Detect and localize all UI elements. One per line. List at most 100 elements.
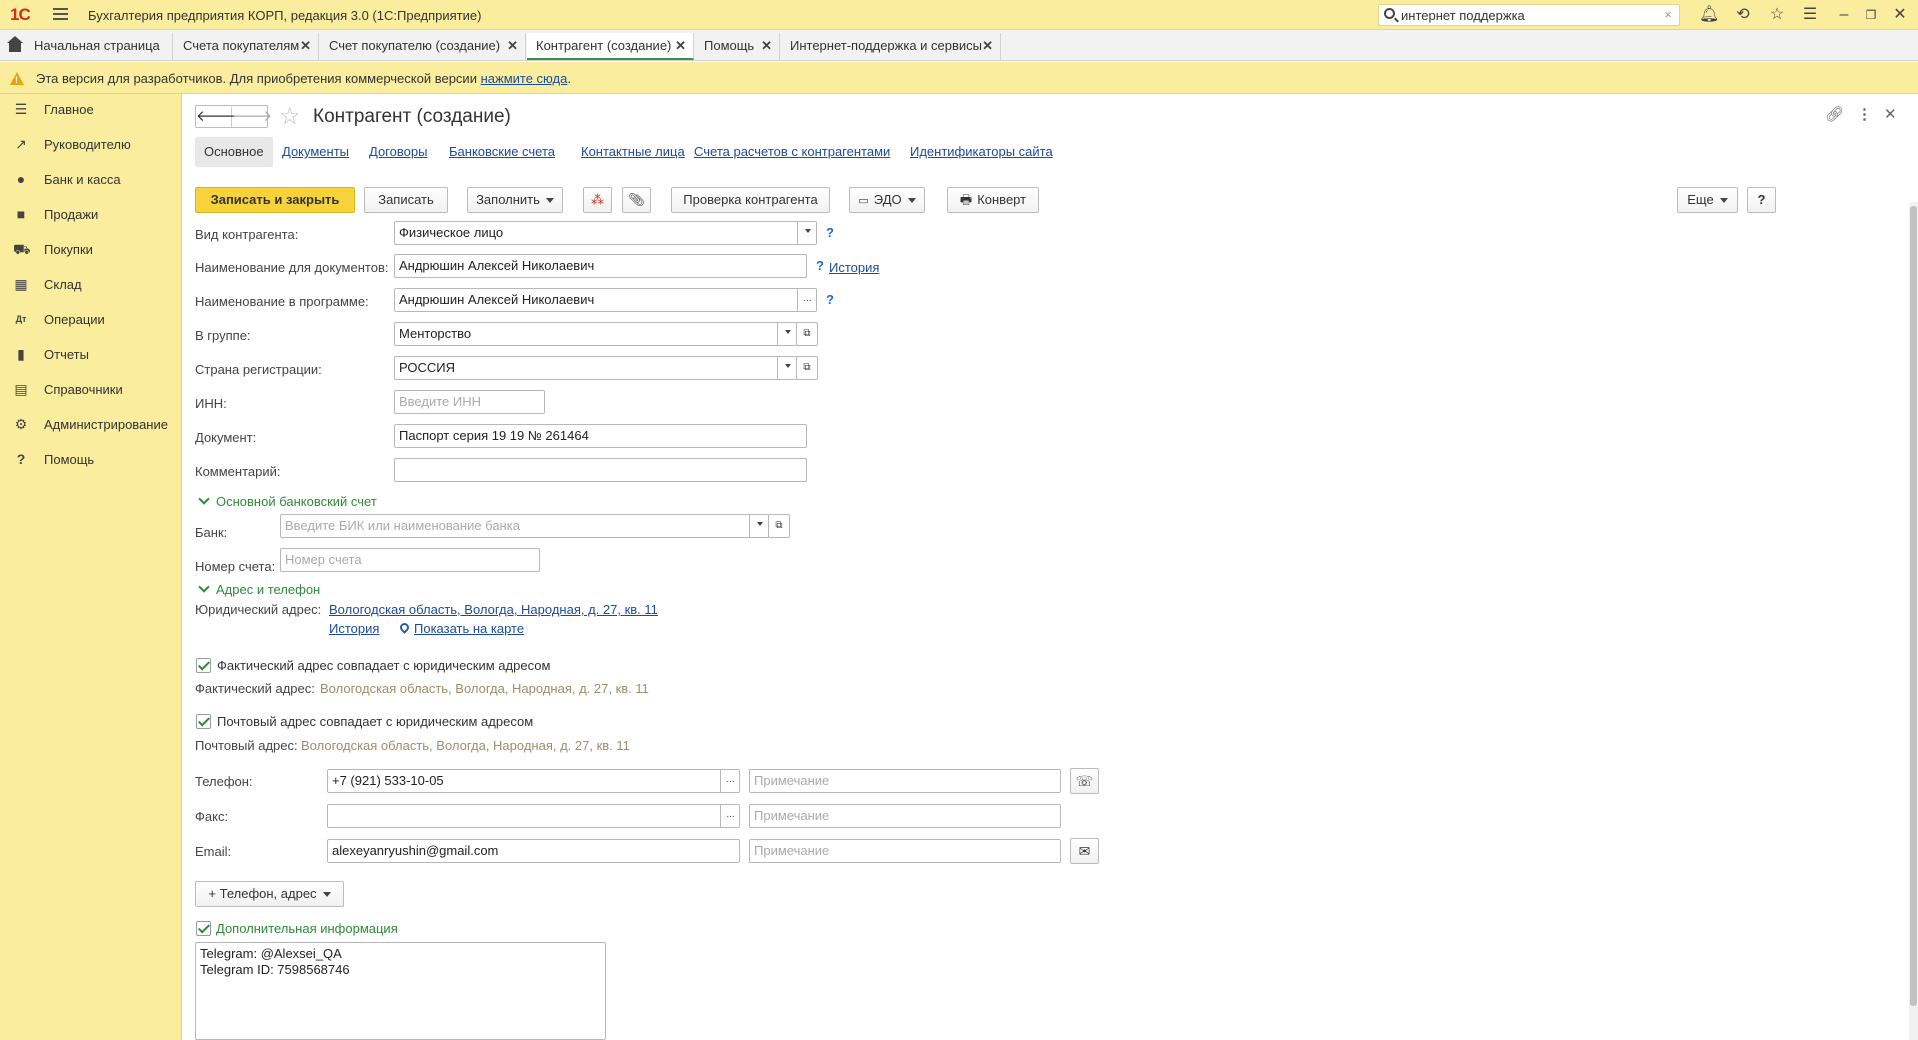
close-tab-icon[interactable]: ✕	[982, 33, 993, 59]
sidebar-item-sales[interactable]: ■ Продажи	[0, 199, 182, 229]
address-history-link[interactable]: История	[329, 621, 379, 636]
fill-button[interactable]: Заполнить	[467, 187, 563, 213]
email-input[interactable]: alexeyanryushin@gmail.com	[327, 839, 740, 863]
sidebar-item-manager[interactable]: ↗ Руководителю	[0, 129, 182, 159]
history-icon[interactable]: ⟲	[1733, 5, 1753, 25]
open-icon[interactable]: ⧉	[796, 322, 818, 346]
sidebar-item-reports[interactable]: ▮ Отчеты	[0, 339, 182, 369]
document-input[interactable]: Паспорт серия 19 19 № 261464	[394, 424, 807, 448]
account-input[interactable]: Номер счета	[280, 548, 540, 572]
tab-home[interactable]: Начальная страница	[0, 33, 173, 60]
tab-invoices[interactable]: Счета покупателям ✕	[174, 33, 319, 60]
open-icon[interactable]: ⧉	[796, 356, 818, 380]
minimize-icon[interactable]: –	[1834, 5, 1854, 25]
help-question-icon[interactable]: ?	[826, 292, 834, 307]
back-arrow-icon[interactable]: 🡐	[196, 107, 236, 127]
save-button[interactable]: Записать	[364, 187, 448, 213]
more-button[interactable]: Еще	[1677, 187, 1738, 213]
bell-icon[interactable]: 🔔︎	[1699, 5, 1719, 25]
tab-bank-accounts[interactable]: Банковские счета	[449, 137, 555, 167]
main-menu-icon[interactable]	[53, 8, 68, 20]
tab-contact-persons[interactable]: Контактные лица	[581, 137, 685, 167]
docname-history-link[interactable]: История	[829, 260, 879, 275]
restore-icon[interactable]: ❐	[1861, 5, 1881, 25]
buy-link[interactable]: нажмите сюда	[481, 71, 568, 86]
phone-input[interactable]: +7 (921) 533-10-05 ...	[327, 769, 740, 793]
select-ellipsis-icon[interactable]: ...	[720, 805, 739, 827]
close-form-icon[interactable]: ✕	[1884, 105, 1897, 123]
sidebar-item-operations[interactable]: Дт Операции	[0, 304, 182, 334]
favorites-star-icon[interactable]: ☆	[1767, 5, 1787, 25]
sidebar-item-bank[interactable]: ● Банк и касса	[0, 164, 182, 194]
sidebar-item-purchases[interactable]: ⛟ Покупки	[0, 234, 182, 264]
country-select[interactable]: РОССИЯ	[394, 356, 797, 380]
tab-contracts[interactable]: Договоры	[369, 137, 427, 167]
tab-documents[interactable]: Документы	[282, 137, 349, 167]
search-input[interactable]	[1401, 7, 1651, 23]
comment-input[interactable]	[394, 458, 807, 482]
select-ellipsis-icon[interactable]: ...	[720, 770, 739, 792]
dropdown-icon[interactable]	[777, 357, 796, 379]
bank-group-header[interactable]: Основной банковский счет	[198, 493, 377, 509]
close-window-icon[interactable]: ✕	[1890, 5, 1910, 25]
fact-same-checkbox[interactable]	[196, 658, 211, 673]
dropdown-icon[interactable]	[749, 515, 768, 537]
save-and-close-button[interactable]: Записать и закрыть	[195, 187, 355, 213]
add-phone-address-button[interactable]: + Телефон, адрес	[195, 881, 344, 907]
sidebar-item-main[interactable]: ☰ Главное	[0, 94, 182, 124]
close-tab-icon[interactable]: ✕	[675, 33, 686, 59]
attachment-icon[interactable]: 📎︎	[622, 187, 651, 213]
bank-select[interactable]: Введите БИК или наименование банка	[280, 514, 769, 538]
inn-input[interactable]: Введите ИНН	[394, 390, 545, 414]
logo-1c[interactable]: 1С	[10, 5, 31, 25]
help-button[interactable]: ?	[1747, 187, 1776, 213]
tab-invoice-create[interactable]: Счет покупателю (создание) ✕	[320, 33, 526, 60]
show-map-link[interactable]: Показать на карте	[398, 621, 524, 636]
tab-help[interactable]: Помощь ✕	[695, 33, 780, 60]
check-counterparty-button[interactable]: Проверка контрагента	[671, 187, 830, 213]
sidebar-item-references[interactable]: ▤ Справочники	[0, 374, 182, 404]
tab-site-identifiers[interactable]: Идентификаторы сайта	[910, 137, 1053, 167]
functions-menu-icon[interactable]: ☰	[1800, 5, 1820, 25]
link-icon[interactable]: 🔗︎	[1825, 105, 1844, 123]
clear-search-icon[interactable]: ×	[1664, 7, 1672, 22]
close-tab-icon[interactable]: ✕	[761, 33, 772, 59]
tab-counterparty-create[interactable]: Контрагент (создание) ✕	[527, 33, 694, 60]
scrollbar-thumb[interactable]	[1910, 206, 1917, 1006]
envelope-icon[interactable]: ✉	[1070, 838, 1099, 864]
global-search[interactable]: ×	[1378, 4, 1680, 26]
dropdown-icon[interactable]	[797, 222, 816, 244]
favorite-star-icon[interactable]: ☆	[279, 102, 301, 131]
phone-note-input[interactable]: Примечание	[749, 769, 1061, 793]
structure-icon[interactable]: ⁂	[583, 187, 612, 213]
open-icon[interactable]: ⧉	[768, 514, 790, 538]
sidebar-item-admin[interactable]: ⚙ Администрирование	[0, 409, 182, 439]
legal-address-link[interactable]: Вологодская область, Вологда, Народная, …	[329, 602, 658, 617]
group-select[interactable]: Менторство	[394, 322, 797, 346]
post-same-checkbox[interactable]	[196, 714, 211, 729]
forward-arrow-icon[interactable]: 🡒	[232, 107, 272, 127]
help-question-icon[interactable]: ?	[816, 258, 824, 273]
tab-main[interactable]: Основное	[195, 137, 273, 167]
progname-input[interactable]: Андрюшин Алексей Николаевич ...	[394, 288, 817, 312]
envelope-button[interactable]: 🖶︎ Конверт	[947, 187, 1039, 213]
select-ellipsis-icon[interactable]: ...	[797, 289, 816, 311]
address-group-header[interactable]: Адрес и телефон	[198, 581, 320, 597]
extra-info-toggle[interactable]	[196, 921, 211, 936]
tab-internet-support[interactable]: Интернет-поддержка и сервисы ✕	[781, 33, 1001, 60]
kind-select[interactable]: Физическое лицо	[394, 221, 817, 245]
extra-info-header[interactable]: Дополнительная информация	[216, 921, 398, 936]
tab-settlement-accounts[interactable]: Счета расчетов с контрагентами	[694, 137, 890, 167]
sidebar-item-help[interactable]: ? Помощь	[0, 444, 182, 474]
docname-input[interactable]: Андрюшин Алексей Николаевич	[394, 254, 807, 278]
help-question-icon[interactable]: ?	[826, 225, 834, 240]
extra-info-textarea[interactable]: Telegram: @Alexsei_QA Telegram ID: 75985…	[195, 942, 606, 1040]
edo-button[interactable]: ▭ ЭДО	[849, 187, 925, 213]
more-vertical-icon[interactable]: ⋮	[1857, 105, 1872, 123]
dropdown-icon[interactable]	[777, 323, 796, 345]
post-same-label[interactable]: Почтовый адрес совпадает с юридическим а…	[217, 714, 533, 729]
close-tab-icon[interactable]: ✕	[300, 33, 311, 59]
fax-input[interactable]: ...	[327, 804, 740, 828]
email-note-input[interactable]: Примечание	[749, 839, 1061, 863]
phone-call-icon[interactable]: ☏	[1070, 768, 1099, 794]
